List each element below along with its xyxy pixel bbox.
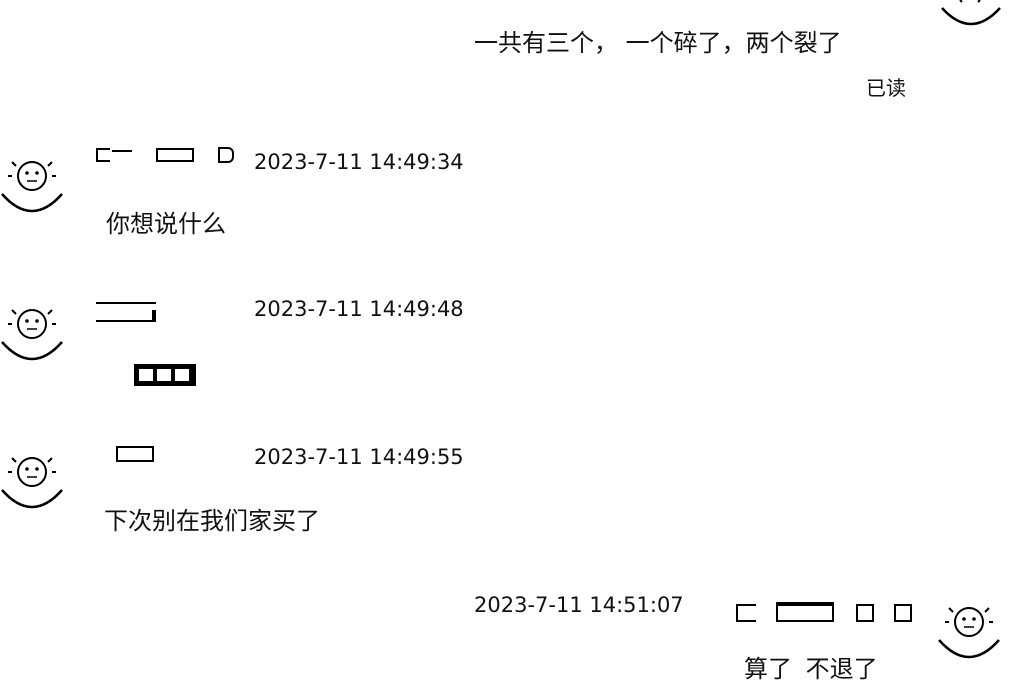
message-timestamp: 2023-7-11 14:49:55 — [254, 445, 464, 469]
sender-name-redacted — [116, 444, 156, 464]
message-text: 一共有三个， 一个碎了，两个裂了 — [474, 29, 842, 57]
avatar-icon — [1, 161, 63, 213]
avatar[interactable] — [0, 446, 64, 516]
sender-name-redacted — [96, 146, 236, 166]
message-timestamp: 2023-7-11 14:49:48 — [254, 297, 464, 321]
message-text: 下次别在我们家买了 — [104, 507, 320, 535]
avatar-icon — [1, 457, 63, 509]
sender-name-redacted — [736, 602, 916, 624]
avatar-icon — [938, 607, 1000, 659]
avatar[interactable] — [938, 0, 1004, 36]
avatar[interactable] — [0, 150, 64, 220]
avatar-icon — [1, 309, 63, 361]
message-text: 算了 不退了 — [744, 655, 878, 683]
avatar[interactable] — [0, 298, 64, 368]
message-timestamp: 2023-7-11 14:49:34 — [254, 150, 464, 174]
message-text: 你想说什么 — [106, 210, 226, 238]
avatar[interactable] — [936, 596, 1002, 666]
message-timestamp: 2023-7-11 14:51:07 — [474, 593, 684, 617]
read-status: 已读 — [866, 76, 906, 100]
avatar-icon — [941, 0, 1001, 26]
message-content-redacted — [134, 364, 196, 386]
sender-name-redacted — [96, 300, 158, 326]
